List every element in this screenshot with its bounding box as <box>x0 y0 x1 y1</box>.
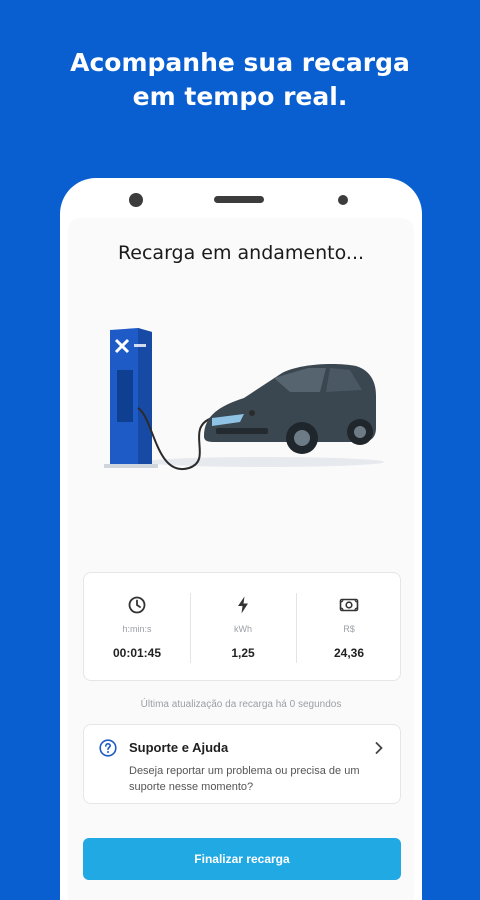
chevron-right-icon <box>375 742 383 754</box>
page-title: Recarga em andamento... <box>117 242 365 264</box>
stat-duration: h:min:s 00:01:45 <box>84 573 190 682</box>
charging-stats-card: h:min:s 00:01:45 kWh 1,25 R$ 24,36 <box>83 572 401 681</box>
stat-cost-value: 24,36 <box>333 646 365 660</box>
headline-line-2: em tempo real. <box>132 82 348 111</box>
stat-energy-value: 1,25 <box>231 646 255 660</box>
ground-shadow <box>144 457 384 467</box>
stat-cost: R$ 24,36 <box>296 573 402 682</box>
clock-icon <box>128 596 146 614</box>
phone-speaker <box>214 196 264 203</box>
support-title: Suporte e Ajuda <box>129 740 229 755</box>
ev-charging-illustration <box>104 328 384 471</box>
support-description: Deseja reportar um problema ou precisa d… <box>129 765 360 793</box>
promo-headline: Acompanhe sua recarga em tempo real. <box>0 46 480 114</box>
front-camera <box>129 193 143 207</box>
headline-line-1: Acompanhe sua recarga <box>70 48 410 77</box>
last-update-note: Última atualização da recarga há 0 segun… <box>140 699 342 710</box>
help-icon <box>99 739 117 757</box>
app-screen: Recarga em andamento... h:min:s 00:01:45… <box>68 218 414 900</box>
support-help-card[interactable]: Suporte e Ajuda Deseja reportar um probl… <box>83 724 401 804</box>
charging-station-icon <box>104 328 158 468</box>
money-icon <box>339 598 359 612</box>
lightning-icon <box>238 596 248 614</box>
phone-mockup: Recarga em andamento... h:min:s 00:01:45… <box>60 178 422 900</box>
stat-energy-label: kWh <box>234 624 252 634</box>
stat-energy: kWh 1,25 <box>190 573 296 682</box>
stat-cost-label: R$ <box>343 624 355 634</box>
stat-duration-label: h:min:s <box>122 624 152 634</box>
finish-charging-button[interactable]: Finalizar recarga <box>83 838 401 880</box>
stat-duration-value: 00:01:45 <box>112 646 162 660</box>
car-icon <box>204 364 376 454</box>
phone-sensor <box>338 195 348 205</box>
